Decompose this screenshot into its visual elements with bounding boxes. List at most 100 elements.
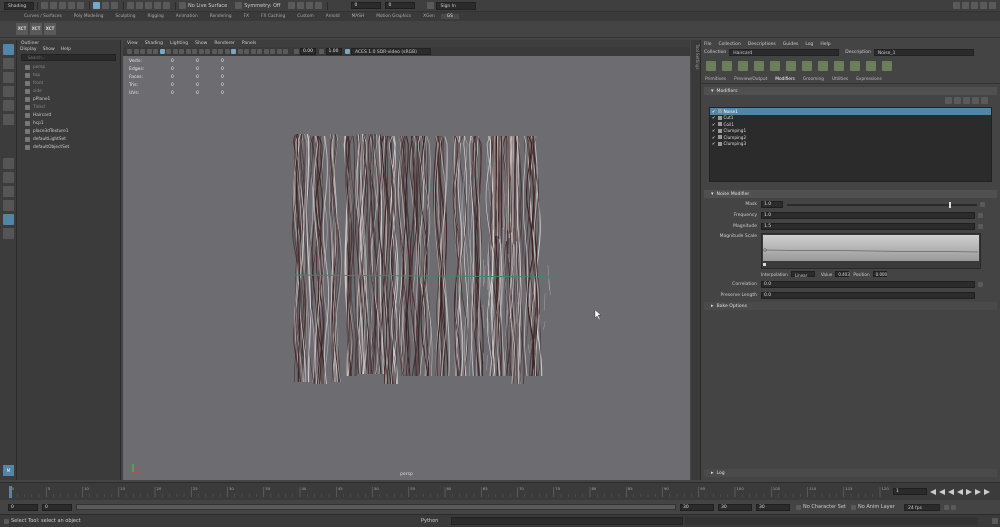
- shelf-button[interactable]: XCT: [30, 23, 42, 35]
- shelf-button[interactable]: XCT: [16, 23, 28, 35]
- panel-toggle-icon-2[interactable]: [980, 2, 987, 9]
- step-back-frame-icon[interactable]: [948, 489, 954, 495]
- undo-icon[interactable]: [68, 2, 75, 9]
- guide-sets-icon[interactable]: [882, 61, 892, 71]
- hair-card[interactable]: [343, 135, 358, 377]
- check-icon[interactable]: ✔: [712, 115, 716, 120]
- xgen-tab[interactable]: Modifiers: [775, 77, 795, 82]
- color-management-icon[interactable]: [344, 49, 350, 54]
- gamma-icon[interactable]: [319, 49, 324, 54]
- input-field[interactable]: 0: [351, 2, 382, 9]
- camera-icon[interactable]: [127, 49, 132, 54]
- preserve-length-field[interactable]: 0.0: [761, 292, 975, 299]
- ramp-position-field[interactable]: 0.000: [872, 271, 887, 277]
- hair-card[interactable]: [433, 135, 450, 377]
- snap-curve-icon[interactable]: [136, 2, 143, 9]
- snap-point-icon[interactable]: [145, 2, 152, 9]
- hair-card[interactable]: [409, 135, 433, 377]
- image-plane-icon[interactable]: [146, 49, 152, 54]
- go-to-start-icon[interactable]: [930, 489, 936, 495]
- check-icon[interactable]: ✔: [712, 141, 716, 146]
- preview-icon[interactable]: [722, 61, 732, 71]
- wireframe-icon[interactable]: [205, 49, 210, 54]
- shelf-tab[interactable]: MASH: [346, 14, 371, 19]
- xray-icon[interactable]: [270, 49, 275, 54]
- flip-guide-icon[interactable]: [818, 61, 828, 71]
- bake-options-header[interactable]: Bake Options: [704, 302, 997, 310]
- outliner-item[interactable]: pPlane1: [17, 95, 120, 103]
- command-line[interactable]: [451, 517, 683, 525]
- collection-dropdown[interactable]: Haircard: [729, 49, 840, 56]
- outliner-item[interactable]: hcp1: [17, 119, 120, 127]
- side-tab[interactable]: Tool Settings: [691, 40, 700, 480]
- attribute-field[interactable]: 1.0: [761, 201, 783, 208]
- ipr-icon[interactable]: [297, 2, 305, 9]
- xgen-tab[interactable]: Preview/Output: [734, 77, 767, 82]
- move-guide-icon[interactable]: [754, 61, 764, 71]
- textured-icon[interactable]: [224, 49, 230, 54]
- guide-tool-icon[interactable]: [866, 61, 876, 71]
- anim-layer-dropdown[interactable]: No Anim Layer: [858, 504, 904, 510]
- snap-grid-icon[interactable]: [127, 2, 134, 9]
- smooth-shade-icon[interactable]: [211, 49, 217, 54]
- input-field-2[interactable]: 0: [385, 2, 416, 9]
- save-scene-icon[interactable]: [59, 2, 66, 9]
- hair-card[interactable]: [381, 135, 399, 385]
- current-frame-field[interactable]: 1: [893, 488, 927, 495]
- render-icon[interactable]: [288, 2, 296, 9]
- scale-tool-icon[interactable]: [2, 114, 14, 125]
- safe-title-icon[interactable]: [198, 49, 204, 54]
- modifier-item[interactable]: ✔ Clumping3: [710, 141, 991, 148]
- hair-card[interactable]: [522, 135, 543, 377]
- shelf-tab[interactable]: Curves / Surfaces: [18, 14, 68, 19]
- move-tool-icon[interactable]: [2, 86, 14, 97]
- inner-end-field[interactable]: 30: [680, 503, 714, 511]
- safe-action-icon[interactable]: [192, 49, 197, 54]
- mel-icon[interactable]: M: [3, 465, 14, 476]
- interpolation-dropdown[interactable]: Linear: [790, 271, 815, 278]
- field-chart-icon[interactable]: [185, 49, 191, 54]
- rebuild-icon[interactable]: [802, 61, 812, 71]
- playback-prefs-icon[interactable]: [951, 504, 956, 510]
- use-all-lights-icon[interactable]: [231, 49, 236, 54]
- rotate-tool-icon[interactable]: [2, 100, 14, 111]
- resolution-gate-icon[interactable]: [172, 49, 178, 54]
- guide-cv-icon[interactable]: [770, 61, 780, 71]
- lasso-tool-icon[interactable]: [2, 58, 14, 69]
- script-language[interactable]: Python: [421, 518, 451, 524]
- xgen-tab[interactable]: Grooming: [803, 77, 824, 82]
- xray-components-icon[interactable]: [283, 49, 288, 54]
- motion-blur-icon[interactable]: [250, 49, 256, 54]
- noise-modifier-header[interactable]: Noise Modifier: [704, 190, 997, 198]
- sign-in-dropdown[interactable]: Sign In: [436, 1, 477, 10]
- isolate-select-icon[interactable]: [263, 49, 269, 54]
- shelf-tab[interactable]: Rendering: [204, 14, 238, 19]
- wireframe-on-shaded-icon[interactable]: [218, 49, 223, 54]
- play-forwards-icon[interactable]: [966, 489, 972, 495]
- panel-toggle-icon[interactable]: [971, 2, 978, 9]
- two-view-icon[interactable]: [2, 186, 14, 197]
- step-back-key-icon[interactable]: [939, 489, 945, 495]
- anti-alias-icon[interactable]: [257, 49, 262, 54]
- description-dropdown[interactable]: Noise_1: [873, 49, 974, 56]
- step-forward-key-icon[interactable]: [984, 489, 990, 495]
- shelf-tab[interactable]: Custom: [291, 14, 319, 19]
- select-component-icon[interactable]: [111, 2, 118, 9]
- xgen-menu-item[interactable]: Descriptions: [748, 42, 776, 47]
- shelf-tab[interactable]: Animation: [170, 14, 204, 19]
- snap-view-icon[interactable]: [154, 2, 161, 9]
- log-header[interactable]: Log: [704, 469, 997, 477]
- expression-icon[interactable]: [978, 282, 983, 287]
- bookmark-icon[interactable]: [140, 49, 145, 54]
- check-icon[interactable]: ✔: [712, 122, 716, 127]
- xray-joints-icon[interactable]: [276, 49, 282, 54]
- move-down-icon[interactable]: [963, 96, 970, 104]
- outliner-item[interactable]: defaultLightSet: [17, 135, 120, 143]
- attribute-slider[interactable]: [787, 201, 977, 208]
- xgen-tab[interactable]: Primitives: [705, 77, 726, 82]
- xgen-menu-item[interactable]: Log: [805, 42, 813, 47]
- outliner-item[interactable]: place3dTexture1: [17, 127, 120, 135]
- shelf-tab[interactable]: GS: [440, 14, 459, 19]
- sculpt-guide-icon[interactable]: [850, 61, 860, 71]
- select-hierarchy-icon[interactable]: [93, 2, 100, 9]
